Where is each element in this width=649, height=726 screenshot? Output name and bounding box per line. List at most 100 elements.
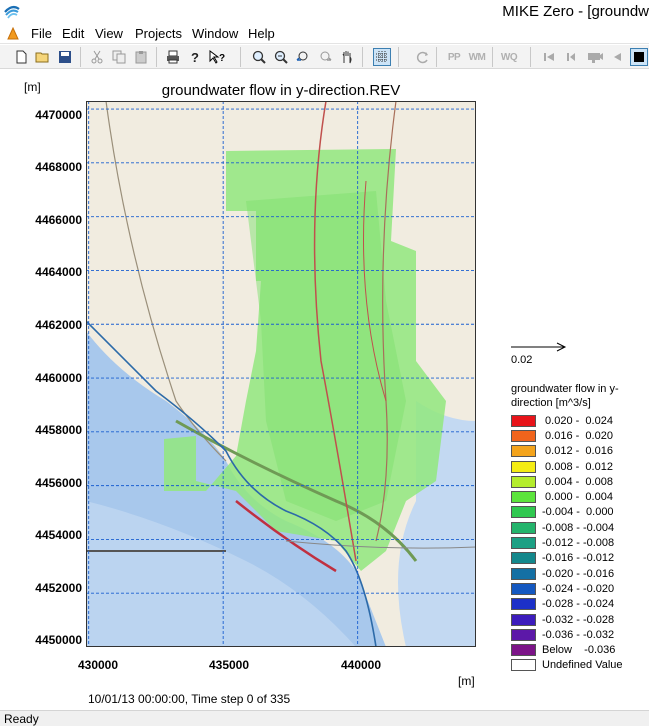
y-tick-label: 4452000: [35, 581, 82, 595]
help-icon[interactable]: ?: [186, 48, 204, 66]
document-icon[interactable]: [6, 27, 20, 41]
legend-entry: -0.024 - -0.020: [511, 581, 623, 596]
legend-entry: 0.000 - 0.004: [511, 489, 623, 504]
zoom-in-icon[interactable]: [250, 48, 268, 66]
legend-label: 0.008 - 0.012: [542, 460, 613, 473]
zoom-next-icon[interactable]: [316, 48, 334, 66]
legend-entry: -0.004 - 0.000: [511, 505, 623, 520]
y-tick-label: 4450000: [35, 633, 82, 647]
legend-swatch: [511, 567, 536, 580]
new-icon[interactable]: [12, 48, 30, 66]
mike-app-icon: [4, 5, 20, 19]
wm-button[interactable]: WM: [466, 48, 488, 66]
play-back-icon[interactable]: [540, 48, 558, 66]
legend-entry: Undefined Value: [511, 658, 623, 673]
legend-label: 0.004 - 0.008: [542, 475, 613, 488]
y-axis-unit: [m]: [24, 80, 41, 94]
legend-swatch: [511, 582, 536, 595]
time-step-label: 10/01/13 00:00:00, Time step 0 of 335: [88, 692, 291, 706]
legend-label: -0.016 - -0.012: [542, 552, 615, 565]
legend-entry: 0.012 - 0.016: [511, 444, 623, 459]
legend-label: 0.000 - 0.004: [542, 491, 613, 504]
legend-label: 0.016 - 0.020: [542, 429, 613, 442]
copy-icon[interactable]: [110, 48, 128, 66]
print-icon[interactable]: [164, 48, 182, 66]
x-tick-label: 430000: [77, 658, 119, 672]
window-title: MIKE Zero - [groundw: [502, 3, 649, 20]
legend-label: -0.008 - -0.004: [542, 521, 615, 534]
paste-icon[interactable]: [132, 48, 150, 66]
menu-file[interactable]: File: [31, 26, 52, 41]
legend-swatch: [511, 613, 536, 626]
legend-entry: -0.020 - -0.016: [511, 566, 623, 581]
legend-label: 0.020 - 0.024: [542, 414, 613, 427]
menu-window[interactable]: Window: [192, 26, 238, 41]
legend-entry: 0.008 - 0.012: [511, 459, 623, 474]
menu-projects[interactable]: Projects: [135, 26, 182, 41]
legend-swatch: [511, 491, 536, 504]
cut-icon[interactable]: [88, 48, 106, 66]
legend-swatch: [511, 460, 536, 473]
open-icon[interactable]: [34, 48, 52, 66]
legend-label: -0.024 - -0.020: [542, 582, 615, 595]
y-tick-label: 4464000: [35, 265, 82, 279]
y-tick-label: 4454000: [35, 528, 82, 542]
legend-label: -0.036 - -0.032: [542, 628, 615, 641]
save-icon[interactable]: [56, 48, 74, 66]
scale-arrow-label: 0.02: [511, 354, 533, 366]
y-tick-label: 4458000: [35, 423, 82, 437]
y-tick-label: 4468000: [35, 160, 82, 174]
legend-swatch: [511, 521, 536, 534]
svg-text:?: ?: [219, 53, 225, 64]
context-help-icon[interactable]: ?: [208, 48, 226, 66]
wq-button[interactable]: WQ: [498, 48, 520, 66]
legend-swatch: [511, 445, 536, 458]
legend-entry: Below -0.036: [511, 642, 623, 657]
y-tick-label: 4456000: [35, 476, 82, 490]
x-tick-label: 435000: [208, 658, 250, 672]
legend-entry: 0.016 - 0.020: [511, 428, 623, 443]
x-axis-unit: [m]: [458, 674, 475, 688]
legend-label: Below -0.036: [542, 644, 616, 657]
stop-icon[interactable]: [630, 48, 648, 66]
legend-label: -0.032 - -0.028: [542, 613, 615, 626]
legend: 0.020 - 0.024 0.016 - 0.020 0.012 - 0.01…: [511, 413, 623, 673]
step-back-icon[interactable]: [562, 48, 580, 66]
status-text: Ready: [4, 712, 39, 726]
zoom-out-icon[interactable]: [272, 48, 290, 66]
map-plot[interactable]: [86, 101, 476, 647]
legend-entry: -0.036 - -0.032: [511, 627, 623, 642]
scale-arrow-icon: [511, 342, 567, 352]
legend-label: -0.020 - -0.016: [542, 567, 615, 580]
menu-view[interactable]: View: [95, 26, 123, 41]
toolbar: ? ? PP WM WQ: [0, 45, 649, 69]
legend-entry: -0.028 - -0.024: [511, 597, 623, 612]
legend-swatch: [511, 537, 536, 550]
legend-label: Undefined Value: [542, 659, 623, 672]
camera-icon[interactable]: [586, 48, 604, 66]
pp-button[interactable]: PP: [444, 48, 464, 66]
title-bar: MIKE Zero - [groundw: [0, 0, 649, 24]
legend-swatch: [511, 628, 536, 641]
play-reverse-icon[interactable]: [608, 48, 626, 66]
legend-label: -0.004 - 0.000: [542, 506, 614, 519]
legend-swatch: [511, 429, 536, 442]
legend-entry: 0.020 - 0.024: [511, 413, 623, 428]
status-bar: Ready: [0, 710, 649, 726]
legend-swatch: [511, 659, 536, 672]
zoom-previous-icon[interactable]: [294, 48, 312, 66]
legend-entry: -0.032 - -0.028: [511, 612, 623, 627]
menu-edit[interactable]: Edit: [62, 26, 84, 41]
refresh-icon[interactable]: [414, 48, 432, 66]
legend-swatch: [511, 598, 536, 611]
legend-label: 0.012 - 0.016: [542, 445, 613, 458]
legend-swatch: [511, 506, 536, 519]
legend-swatch: [511, 475, 536, 488]
legend-label: -0.028 - -0.024: [542, 598, 615, 611]
chart-title: groundwater flow in y-direction.REV: [161, 82, 401, 99]
legend-swatch: [511, 552, 536, 565]
grid-icon[interactable]: [373, 48, 391, 66]
pan-icon[interactable]: [338, 48, 356, 66]
menu-help[interactable]: Help: [248, 26, 275, 41]
legend-entry: -0.016 - -0.012: [511, 551, 623, 566]
